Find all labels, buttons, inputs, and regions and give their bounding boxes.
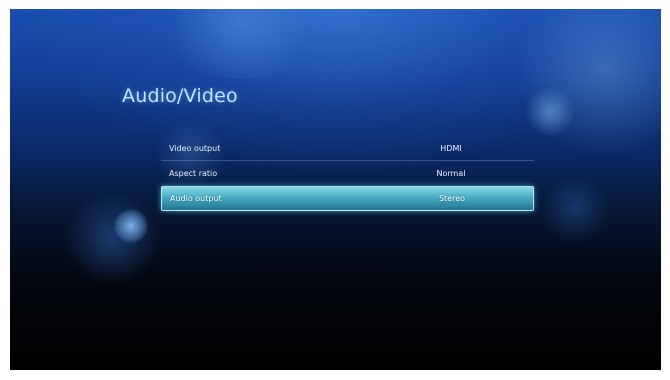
bokeh-light [114,209,148,243]
tv-menu-screen: Audio/Video Video output HDMI Aspect rat… [10,9,661,370]
setting-row-video-output[interactable]: Video output HDMI [161,136,534,161]
bokeh-light [160,9,320,79]
bokeh-light [515,9,661,159]
setting-value: HDMI [440,144,462,153]
settings-list: Video output HDMI Aspect ratio Normal Au… [161,136,534,211]
setting-label: Audio output [170,194,222,203]
setting-row-audio-output[interactable]: Audio output Stereo [161,186,534,211]
bokeh-light [525,87,575,137]
setting-row-aspect-ratio[interactable]: Aspect ratio Normal [161,161,534,186]
bokeh-light [65,191,160,286]
setting-value: Normal [436,169,466,178]
setting-value: Stereo [438,194,466,203]
setting-label: Video output [169,144,221,153]
setting-label: Aspect ratio [169,169,218,178]
bokeh-light [540,174,610,244]
page-title: Audio/Video [122,85,238,107]
